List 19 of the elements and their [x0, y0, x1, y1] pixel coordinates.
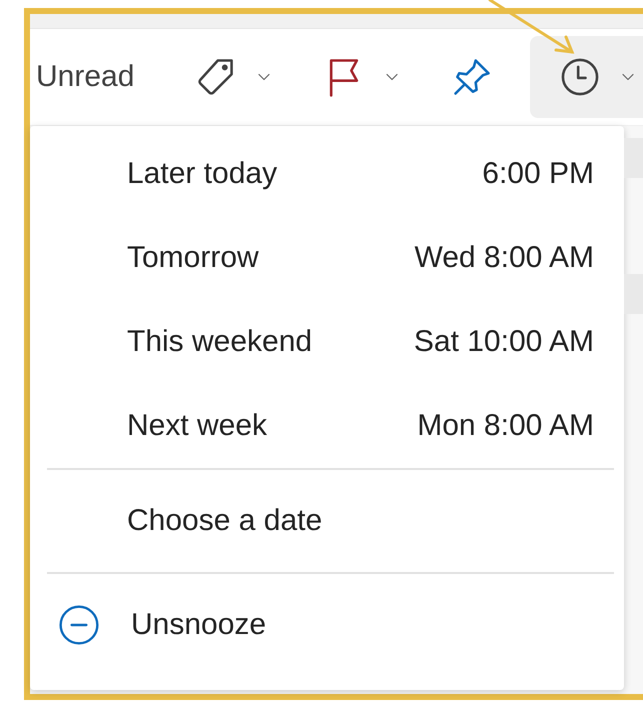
option-time: 6:00 PM: [482, 157, 594, 191]
snooze-button[interactable]: [530, 36, 643, 118]
unsnooze-option[interactable]: Unsnooze: [30, 574, 624, 676]
option-label: This weekend: [127, 325, 312, 359]
option-time: Sat 10:00 AM: [414, 325, 594, 359]
option-label: Later today: [127, 157, 278, 191]
filter-label: Unread: [36, 60, 134, 94]
snooze-option[interactable]: Later today 6:00 PM: [30, 132, 624, 216]
snooze-option[interactable]: This weekend Sat 10:00 AM: [30, 300, 624, 384]
minus-circle-icon: [57, 603, 101, 647]
choose-date-option[interactable]: Choose a date: [30, 470, 624, 572]
option-label: Next week: [127, 409, 268, 443]
option-time: Mon 8:00 AM: [417, 409, 594, 443]
option-time: Wed 8:00 AM: [414, 241, 594, 275]
option-label: Unsnooze: [131, 608, 266, 642]
option-label: Tomorrow: [127, 241, 259, 275]
snooze-option[interactable]: Tomorrow Wed 8:00 AM: [30, 216, 624, 300]
snooze-option[interactable]: Next week Mon 8:00 AM: [30, 384, 624, 468]
option-label: Choose a date: [127, 504, 322, 538]
